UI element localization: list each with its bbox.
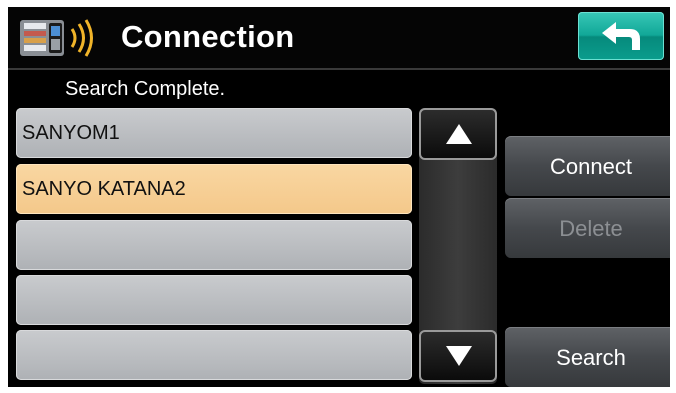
phone-bluetooth-icon [20, 19, 93, 57]
header-bar: Connection [8, 7, 670, 70]
connect-button-label: Connect [550, 154, 632, 179]
device-list-item[interactable]: SANYOM1 [16, 108, 412, 158]
device-list-item[interactable] [16, 275, 412, 325]
search-status-text: Search Complete. [65, 78, 226, 100]
connection-screen: Connection Search Complete. SANYOM1 SANY… [8, 7, 670, 387]
scroll-down-button[interactable] [419, 330, 497, 382]
device-list-item[interactable] [16, 330, 412, 380]
arrow-up-icon [446, 124, 472, 144]
device-label: SANYOM1 [22, 122, 120, 144]
scroll-up-button[interactable] [419, 108, 497, 160]
delete-button-label: Delete [559, 216, 623, 241]
device-label: SANYO KATANA2 [22, 178, 186, 200]
back-button[interactable] [578, 12, 664, 60]
arrow-down-icon [446, 346, 472, 366]
search-button-label: Search [556, 345, 626, 370]
search-button[interactable]: Search [505, 327, 670, 387]
connect-button[interactable]: Connect [505, 136, 670, 196]
delete-button[interactable]: Delete [505, 198, 670, 258]
device-list-item[interactable] [16, 220, 412, 270]
device-list-item-selected[interactable]: SANYO KATANA2 [16, 164, 412, 214]
page-title: Connection [121, 19, 295, 54]
back-arrow-icon [602, 22, 640, 50]
